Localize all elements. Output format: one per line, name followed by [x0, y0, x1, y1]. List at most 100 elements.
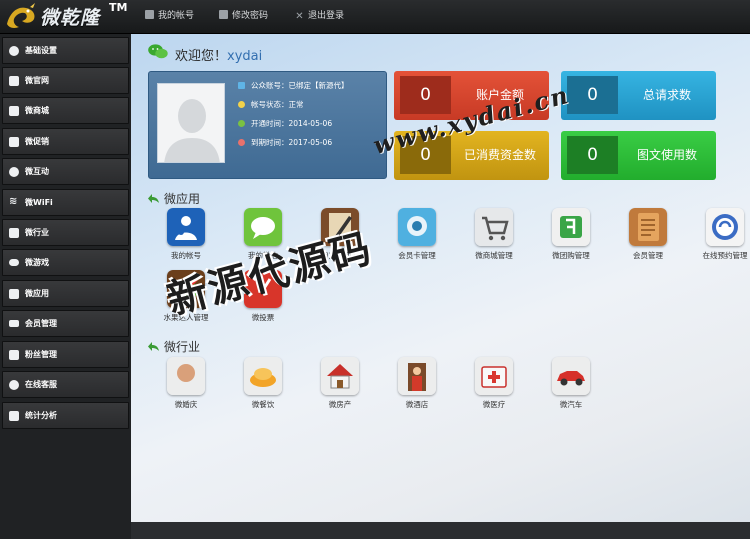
welcome-prefix: 欢迎您！: [175, 49, 228, 64]
sidebar-item-micro-interact[interactable]: 微互动: [2, 158, 129, 185]
info-label: 开通时间：2014-05-06: [251, 119, 333, 128]
industry-catering[interactable]: 微餐饮: [228, 357, 298, 415]
topnav-label: 修改密码: [232, 11, 269, 21]
flag-icon: [238, 82, 245, 89]
sidebar-item-label: 粉丝管理: [25, 350, 57, 359]
section-title-text: 微行业: [164, 340, 201, 354]
sidebar-item-micro-apps[interactable]: 微应用: [2, 280, 129, 307]
sidebar-item-micro-games[interactable]: 微游戏: [2, 249, 129, 276]
member-card-icon: [9, 320, 19, 327]
industry-real-estate[interactable]: 微房产: [305, 357, 375, 415]
app-group-buy[interactable]: 微团购管理: [536, 208, 606, 266]
topnav-my-account[interactable]: 我的帐号: [145, 9, 194, 23]
trademark: TM: [109, 1, 128, 14]
wedding-icon: [167, 357, 205, 395]
medical-kit-icon: [475, 357, 513, 395]
industry-wedding[interactable]: 微婚庆: [151, 357, 221, 415]
bulb-icon: [238, 101, 245, 108]
gamepad-icon: [9, 259, 19, 266]
section-title-industry: 微行业: [148, 338, 200, 355]
hotel-icon: [398, 357, 436, 395]
topnav-change-password[interactable]: 修改密码: [219, 9, 268, 23]
app-mall-management[interactable]: 微商城管理: [459, 208, 529, 266]
shopping-cart-icon: [475, 208, 513, 246]
stat-label: 总请求数: [642, 88, 691, 102]
close-icon: ✕: [295, 11, 304, 22]
section-title-apps: 微应用: [148, 190, 200, 207]
app-online-reservation[interactable]: 在线预约管理: [690, 208, 750, 266]
stat-value: 0: [567, 76, 618, 114]
dragon-icon: [7, 3, 35, 28]
check-icon: [238, 120, 245, 127]
grid-icon: [9, 228, 19, 238]
sidebar-item-label: 微WiFi: [25, 198, 53, 207]
topnav-label: 退出登录: [308, 11, 345, 21]
house-icon: [321, 357, 359, 395]
account-info-panel: 公众账号：已绑定【新源代】 帐号状态：正常 开通时间：2014-05-06 到期…: [148, 71, 387, 179]
my-account-icon: [167, 208, 205, 246]
sidebar-item-label: 微游戏: [25, 258, 49, 267]
sidebar-item-basic-settings[interactable]: 基础设置: [2, 37, 129, 64]
wifi-icon: ≋: [9, 196, 18, 207]
app-label: 微投票: [251, 313, 275, 322]
brand-logo: 微乾隆 TM: [0, 0, 132, 33]
sidebar-item-micro-site[interactable]: 微官网: [2, 67, 129, 94]
edit-icon: [219, 10, 228, 19]
list-icon: [9, 350, 19, 360]
sidebar-item-online-support[interactable]: 在线客服: [2, 371, 129, 398]
sidebar-item-label: 微官网: [25, 76, 49, 85]
reservation-icon: [706, 208, 744, 246]
topnav-logout[interactable]: ✕ 退出登录: [295, 9, 344, 23]
sidebar-item-label: 微互动: [25, 167, 49, 176]
welcome-message: 欢迎您！xydai: [175, 45, 262, 64]
sidebar-item-micro-wifi[interactable]: ≋ 微WiFi: [2, 189, 129, 216]
sidebar-item-label: 基础设置: [25, 46, 57, 55]
app-member-card[interactable]: 会员卡管理: [382, 208, 452, 266]
food-icon: [244, 357, 282, 395]
gear-icon: [9, 46, 19, 56]
sidebar-item-fan-management[interactable]: 粉丝管理: [2, 341, 129, 368]
tag-icon: [9, 137, 19, 147]
sidebar-item-label: 会员管理: [25, 319, 57, 328]
chart-icon: [9, 411, 19, 421]
top-bar: 微乾隆 TM 我的帐号 修改密码 ✕ 退出登录: [0, 0, 750, 34]
footer-bar: [131, 522, 750, 539]
app-label: 在线预约管理: [702, 251, 748, 260]
stat-total-requests[interactable]: 0 总请求数: [561, 71, 716, 120]
sidebar-item-label: 微促销: [25, 137, 49, 146]
stat-label: 图文使用数: [636, 148, 697, 162]
info-label: 帐号状态：正常: [251, 100, 304, 109]
section-title-text: 微应用: [164, 192, 201, 206]
camera-robot-icon: [398, 208, 436, 246]
sidebar-item-label: 在线客服: [25, 380, 57, 389]
stat-value: 0: [567, 136, 618, 174]
clock-icon: [238, 139, 245, 146]
stat-label: 已消费资金数: [463, 148, 536, 162]
chat-icon: [9, 167, 19, 177]
brand-name: 微乾隆: [40, 7, 101, 29]
industry-hotel[interactable]: 微酒店: [382, 357, 452, 415]
info-label: 到期时间：2017-05-06: [251, 138, 333, 147]
sidebar-item-micro-industry[interactable]: 微行业: [2, 219, 129, 246]
group-buy-icon: [552, 208, 590, 246]
default-avatar-icon: [158, 84, 224, 162]
wechat-icon: [148, 44, 168, 59]
sidebar-item-statistics[interactable]: 统计分析: [2, 402, 129, 429]
sidebar-item-micro-promo[interactable]: 微促销: [2, 128, 129, 155]
sidebar-item-label: 微商城: [25, 106, 49, 115]
cart-icon: [9, 106, 19, 116]
support-icon: [9, 380, 19, 390]
home-icon: [9, 76, 19, 86]
industry-auto[interactable]: 微汽车: [536, 357, 606, 415]
arrow-icon: [148, 342, 159, 351]
user-icon: [145, 10, 154, 19]
sidebar-item-label: 统计分析: [25, 411, 57, 420]
apps-icon: [9, 289, 19, 299]
app-member-management[interactable]: 会员管理: [613, 208, 683, 266]
sidebar-item-member-management[interactable]: 会员管理: [2, 310, 129, 337]
stat-value: 0: [400, 76, 451, 114]
stat-article-usage[interactable]: 0 图文使用数: [561, 131, 716, 180]
sidebar-item-micro-mall[interactable]: 微商城: [2, 97, 129, 124]
address-book-icon: [629, 208, 667, 246]
industry-medical[interactable]: 微医疗: [459, 357, 529, 415]
